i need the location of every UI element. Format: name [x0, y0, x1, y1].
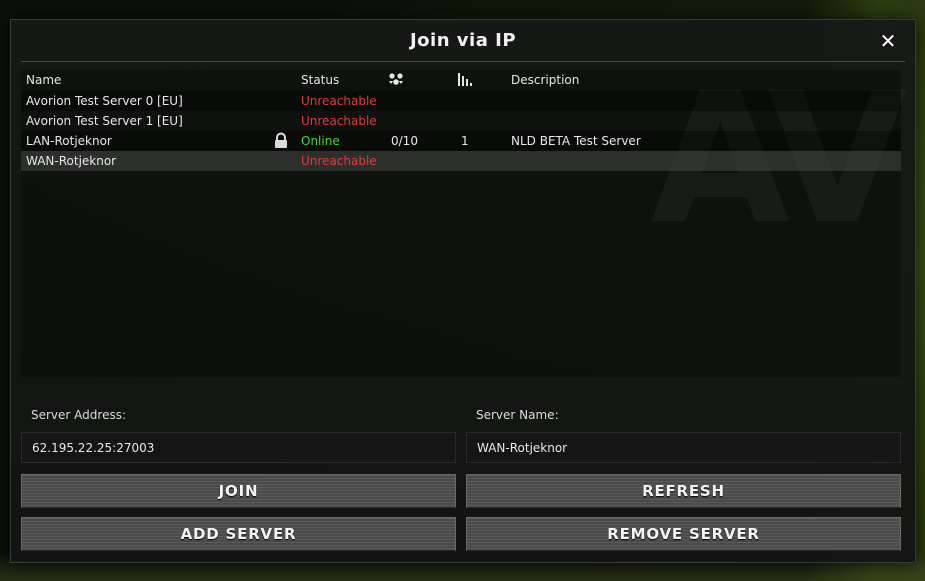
server-name: WAN-Rotjeknor	[26, 154, 117, 168]
ping-bars-icon[interactable]	[457, 72, 475, 90]
remove-server-button[interactable]: REMOVE SERVER	[466, 517, 901, 551]
server-status: Unreachable	[301, 94, 377, 108]
column-header-name[interactable]: Name	[26, 73, 61, 87]
table-row[interactable]: Avorion Test Server 0 [EU] Unreachable	[21, 91, 901, 111]
server-name-field[interactable]	[466, 432, 901, 463]
column-header-description[interactable]: Description	[511, 73, 579, 87]
join-button[interactable]: JOIN	[21, 474, 456, 508]
column-header-status[interactable]: Status	[301, 73, 339, 87]
server-name-label: Server Name:	[476, 408, 559, 422]
dialog-title: Join via IP	[409, 30, 517, 51]
title-divider	[21, 61, 905, 62]
server-name: Avorion Test Server 1 [EU]	[26, 114, 183, 128]
table-row[interactable]: Avorion Test Server 1 [EU] Unreachable	[21, 111, 901, 131]
server-name-input[interactable]	[477, 433, 890, 462]
join-via-ip-dialog: Join via IP ✕ AV Name Status Description…	[10, 19, 916, 563]
server-list: AV Name Status Description Avorion Test …	[21, 70, 907, 377]
refresh-button[interactable]: REFRESH	[466, 474, 901, 508]
server-name: LAN-Rotjeknor	[26, 134, 112, 148]
server-address-field[interactable]	[21, 432, 456, 463]
table-row[interactable]: WAN-Rotjeknor Unreachable	[21, 151, 901, 171]
server-players: 0/10	[391, 134, 418, 148]
server-status: Unreachable	[301, 114, 377, 128]
players-icon[interactable]	[387, 72, 405, 90]
server-status: Unreachable	[301, 154, 377, 168]
add-server-button[interactable]: ADD SERVER	[21, 517, 456, 551]
server-ping: 1	[461, 134, 469, 148]
server-description: NLD BETA Test Server	[511, 134, 641, 148]
server-list-header: Name Status Description	[21, 70, 901, 90]
table-row[interactable]: LAN-Rotjeknor Online 0/10 1 NLD BETA Tes…	[21, 131, 901, 151]
lock-icon	[273, 132, 289, 149]
server-status: Online	[301, 134, 340, 148]
server-address-label: Server Address:	[31, 408, 126, 422]
close-icon[interactable]: ✕	[877, 30, 899, 52]
server-name: Avorion Test Server 0 [EU]	[26, 94, 183, 108]
server-address-input[interactable]	[32, 433, 445, 462]
